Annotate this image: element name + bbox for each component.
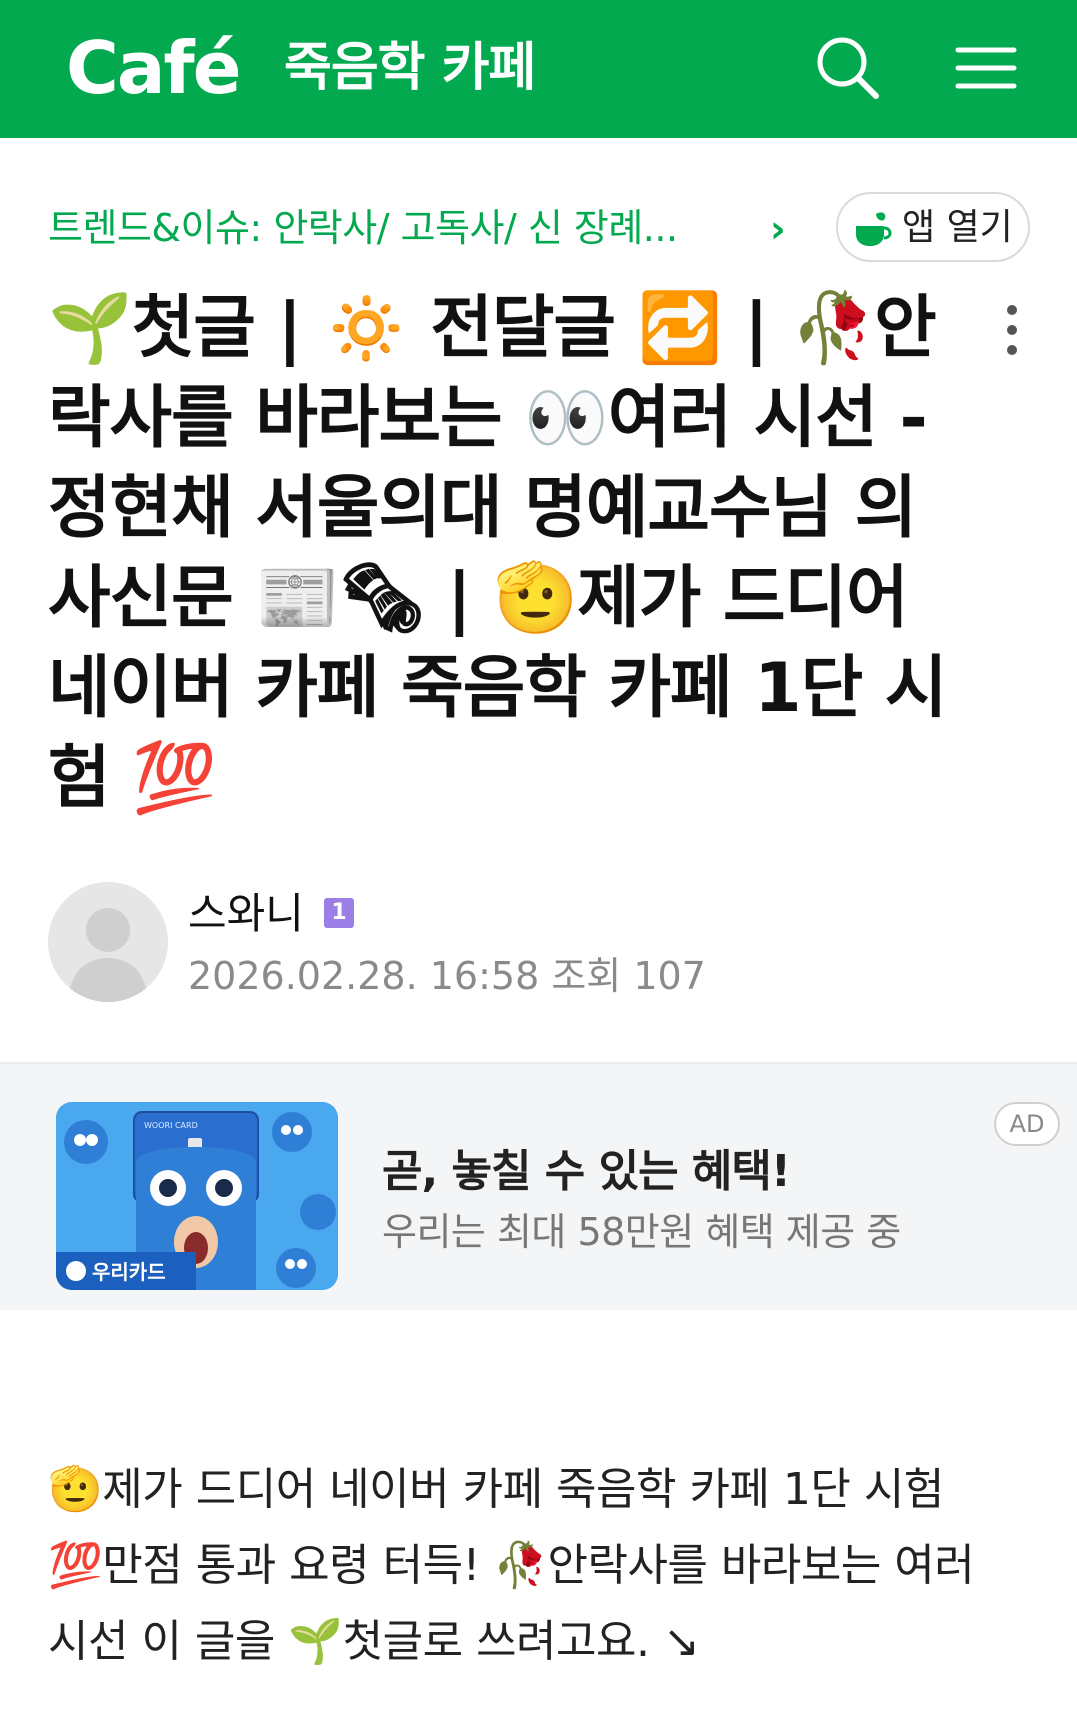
author-row: 스와니 1 2026.02.28. 16:58 조회 107 <box>48 880 1028 1004</box>
cafe-logo[interactable]: Café <box>66 18 242 118</box>
open-app-label: 앱 열기 <box>902 207 1013 248</box>
ad-card-text: WOORI CARD <box>144 1121 198 1130</box>
search-button[interactable] <box>808 28 888 108</box>
more-options-button[interactable] <box>994 300 1030 360</box>
hamburger-menu-icon <box>955 47 1017 89</box>
post-title: 🌱첫글 | 🔅 전달글 🔁 | 🥀안락사를 바라보는 👀여러 시선 -정현채 서… <box>48 289 947 818</box>
post-meta: 2026.02.28. 16:58 조회 107 <box>188 954 706 998</box>
author-name[interactable]: 스와니 <box>188 886 304 942</box>
ad-headline[interactable]: 곧, 놓칠 수 있는 혜택! <box>382 1142 791 1202</box>
avatar[interactable] <box>48 882 168 1002</box>
more-vertical-icon <box>1007 305 1017 355</box>
ad-banner[interactable]: WOORI CARD 우리카드 곧, 놓칠 수 있는 혜택! 우리는 최대 58… <box>0 1062 1077 1310</box>
cafe-name[interactable]: 죽음학 카페 <box>284 28 536 108</box>
breadcrumb-row: 트렌드&이슈: 안락사/ 고독사/ 신 장례... › 앱 열기 <box>0 190 1077 270</box>
top-bar: Café 죽음학 카페 <box>0 0 1077 138</box>
ad-brand-logo: 우리카드 <box>92 1260 166 1284</box>
menu-button[interactable] <box>948 28 1028 108</box>
ad-character-illustration: WOORI CARD 우리카드 <box>56 1102 338 1290</box>
breadcrumb[interactable]: 트렌드&이슈: 안락사/ 고독사/ 신 장례... <box>48 200 738 256</box>
open-app-button[interactable]: 앱 열기 <box>836 192 1030 262</box>
ad-image[interactable]: WOORI CARD 우리카드 <box>56 1102 338 1290</box>
search-icon <box>817 37 879 99</box>
ad-subtext[interactable]: 우리는 최대 58만원 혜택 제공 중 <box>382 1204 901 1260</box>
default-profile-icon <box>68 908 148 1002</box>
member-level-badge: 1 <box>324 898 354 928</box>
ad-badge[interactable]: AD <box>994 1102 1060 1146</box>
chevron-right-icon[interactable]: › <box>770 204 786 254</box>
post-body: 🫡제가 드디어 네이버 카페 죽음학 카페 1단 시험 💯만점 통과 요령 터득… <box>48 1464 975 1667</box>
cafe-cup-icon <box>856 212 892 246</box>
